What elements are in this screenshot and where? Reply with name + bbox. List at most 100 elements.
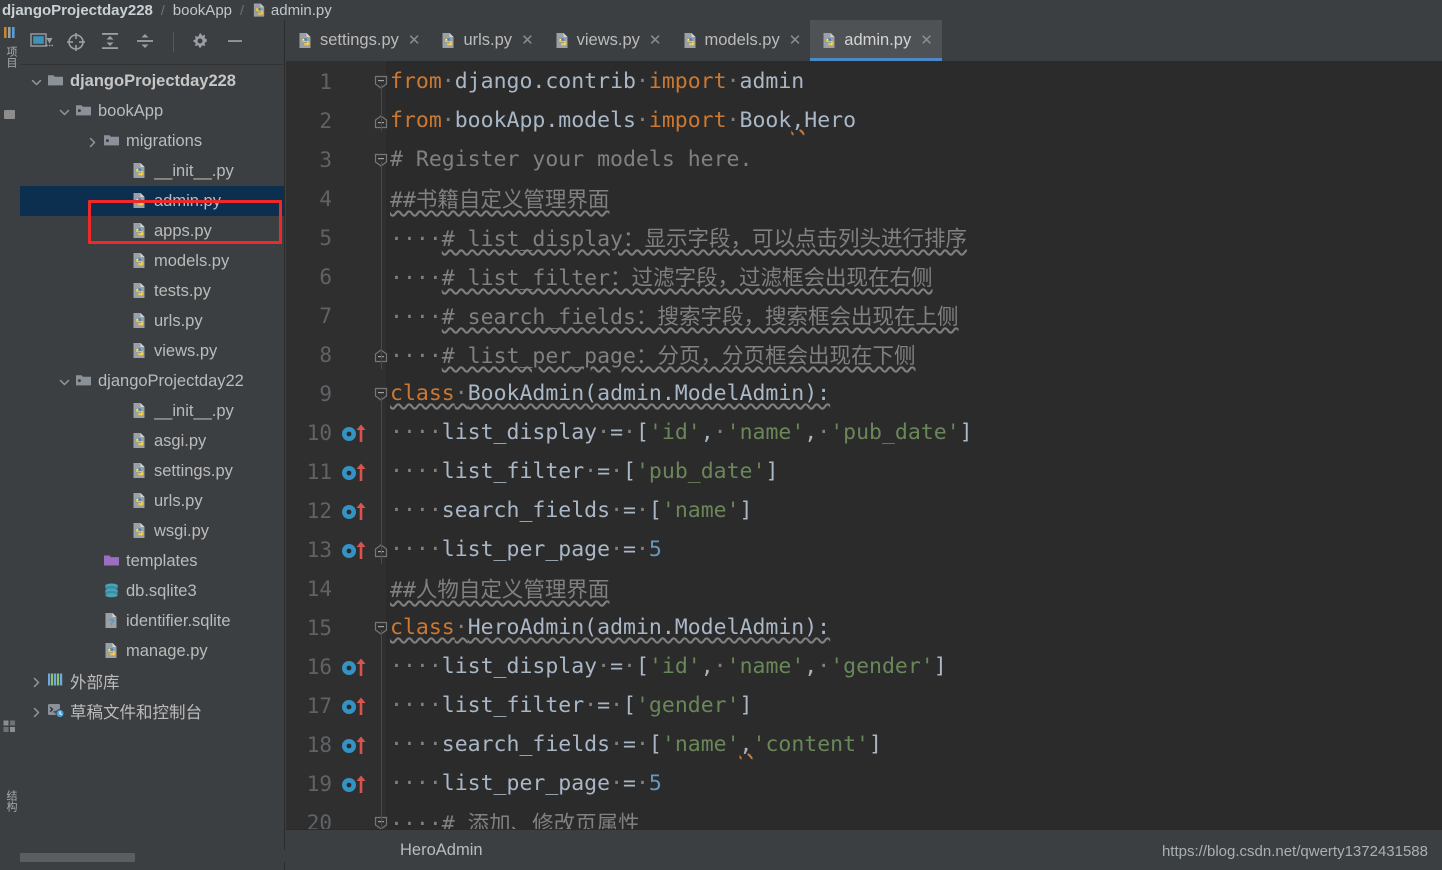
chevron-right-icon[interactable]: [30, 675, 43, 688]
project-hscrollbar-thumb[interactable]: [20, 853, 135, 862]
tree-item-migrations[interactable]: migrations: [20, 126, 284, 156]
chevron-down-icon[interactable]: [58, 105, 71, 118]
tree-item-urls-py[interactable]: urls.py: [20, 306, 284, 336]
project-tool-label[interactable]: 项目: [1, 46, 19, 68]
editor-tab-models-py[interactable]: models.py ✕: [671, 20, 811, 61]
tree-item-djangoprojectday228[interactable]: djangoProjectday228: [20, 66, 284, 96]
tree-item-init-py[interactable]: __init__.py: [20, 156, 284, 186]
close-icon[interactable]: ✕: [649, 33, 662, 48]
tree-item-label: 外部库: [70, 674, 120, 692]
overridden-member-icon[interactable]: [341, 774, 369, 794]
structure-tool-label[interactable]: 结构: [1, 790, 19, 812]
tree-item-label: wsgi.py: [154, 521, 210, 540]
python-file-icon: [131, 162, 148, 180]
code-line[interactable]: 19 ····list_per_page·=·5: [286, 764, 1442, 803]
toolbar-divider: [173, 32, 174, 52]
code-line[interactable]: 15 class·HeroAdmin(admin.ModelAdmin):: [286, 608, 1442, 647]
collapse-all-icon[interactable]: [135, 31, 157, 53]
tree-item-admin-py[interactable]: admin.py: [20, 186, 284, 216]
editor-tab-label: admin.py: [844, 31, 912, 49]
close-icon[interactable]: ✕: [408, 33, 421, 48]
close-icon[interactable]: ✕: [920, 33, 933, 48]
code-line[interactable]: 2 from·bookApp.models·import·Book,Hero: [286, 101, 1442, 140]
code-line[interactable]: 1 from·django.contrib·import·admin: [286, 62, 1442, 101]
overridden-member-icon[interactable]: [341, 540, 369, 560]
project-tree[interactable]: djangoProjectday228 bookApp migrations __in…: [20, 66, 284, 856]
tree-item-identifier-sqlite[interactable]: ? identifier.sqlite: [20, 606, 284, 636]
code-line[interactable]: 6 ····# list_filter：过滤字段，过滤框会出现在右侧: [286, 257, 1442, 296]
overridden-member-icon[interactable]: [341, 462, 369, 482]
tree-item-[interactable]: 外部库: [20, 666, 284, 696]
breadcrumb-segment-project[interactable]: djangoProjectday228: [2, 2, 153, 19]
code-line[interactable]: 9 class·BookAdmin(admin.ModelAdmin):: [286, 374, 1442, 413]
tree-item-djangoprojectday22[interactable]: djangoProjectday22: [20, 366, 284, 396]
chevron-down-icon[interactable]: [30, 75, 43, 88]
tree-item-label: __init__.py: [154, 161, 234, 180]
code-text: ····list_per_page·=·5: [390, 537, 662, 562]
chevron-right-icon[interactable]: [86, 135, 99, 148]
editor-tab-urls-py[interactable]: urls.py ✕: [429, 20, 542, 61]
tree-item-views-py[interactable]: views.py: [20, 336, 284, 366]
tree-item-label: djangoProjectday22: [98, 371, 244, 390]
code-editor[interactable]: 1 from·django.contrib·import·admin 2 from·b…: [286, 61, 1442, 870]
code-text: class·HeroAdmin(admin.ModelAdmin):: [390, 615, 831, 640]
overridden-member-icon[interactable]: [341, 657, 369, 677]
overridden-member-icon[interactable]: [341, 696, 369, 716]
code-line[interactable]: 16 ····list_display·=·['id',·'name',·'gen…: [286, 647, 1442, 686]
favorites-icon[interactable]: [3, 108, 16, 121]
tree-item-init-py[interactable]: __init__.py: [20, 396, 284, 426]
overridden-member-icon[interactable]: [341, 423, 369, 443]
hide-panel-icon[interactable]: [225, 31, 247, 53]
tree-item-apps-py[interactable]: apps.py: [20, 216, 284, 246]
chevron-down-icon[interactable]: [58, 375, 71, 388]
code-line[interactable]: 5 ····# list_display：显示字段，可以点击列头进行排序: [286, 218, 1442, 257]
tree-item-asgi-py[interactable]: asgi.py: [20, 426, 284, 456]
code-line[interactable]: 12 ····search_fields·=·['name']: [286, 491, 1442, 530]
svg-text:?: ?: [109, 618, 115, 628]
tree-item-tests-py[interactable]: tests.py: [20, 276, 284, 306]
editor-vscrollbar[interactable]: [1430, 102, 1442, 870]
expand-all-icon[interactable]: [100, 31, 122, 53]
select-opened-file-icon[interactable]: [30, 31, 54, 53]
status-breadcrumb-label[interactable]: HeroAdmin: [400, 841, 483, 860]
structure-glyph-icon: [3, 720, 16, 733]
editor-tab-admin-py[interactable]: admin.py ✕: [810, 20, 942, 61]
code-line[interactable]: 13 ····list_per_page·=·5: [286, 530, 1442, 569]
breadcrumb-segment-app[interactable]: bookApp: [173, 2, 232, 19]
code-line[interactable]: 3 # Register your models here.: [286, 140, 1442, 179]
editor-tab-label: settings.py: [320, 31, 399, 49]
tree-item-label: __init__.py: [154, 401, 234, 420]
tree-item-settings-py[interactable]: settings.py: [20, 456, 284, 486]
close-icon[interactable]: ✕: [789, 33, 802, 48]
editor-tab-settings-py[interactable]: settings.py ✕: [286, 20, 429, 61]
tree-item-[interactable]: 草稿文件和控制台: [20, 696, 284, 726]
breadcrumb-segment-file[interactable]: admin.py: [271, 2, 332, 19]
tree-item-models-py[interactable]: models.py: [20, 246, 284, 276]
tree-item-label: migrations: [126, 131, 203, 150]
code-line[interactable]: 18 ····search_fields·=·['name','content']: [286, 725, 1442, 764]
tree-item-manage-py[interactable]: manage.py: [20, 636, 284, 666]
tree-item-urls-py[interactable]: urls.py: [20, 486, 284, 516]
chevron-right-icon[interactable]: [30, 705, 43, 718]
overridden-member-icon[interactable]: [341, 501, 369, 521]
tree-item-templates[interactable]: templates: [20, 546, 284, 576]
code-line[interactable]: 4 ##书籍自定义管理界面: [286, 179, 1442, 218]
code-line[interactable]: 7 ····# search_fields：搜索字段，搜索框会出现在上侧: [286, 296, 1442, 335]
tree-item-bookapp[interactable]: bookApp: [20, 96, 284, 126]
code-line[interactable]: 10 ····list_display·=·['id',·'name',·'pub…: [286, 413, 1442, 452]
tree-item-wsgi-py[interactable]: wsgi.py: [20, 516, 284, 546]
code-line[interactable]: 17 ····list_filter·=·['gender']: [286, 686, 1442, 725]
project-tool-icon[interactable]: [3, 26, 16, 39]
overridden-member-icon[interactable]: [341, 735, 369, 755]
code-line[interactable]: 8 ····# list_per_page：分页，分页框会出现在下侧: [286, 335, 1442, 374]
code-line[interactable]: 11 ····list_filter·=·['pub_date']: [286, 452, 1442, 491]
gear-icon[interactable]: [190, 31, 212, 53]
tree-item-db-sqlite3[interactable]: db.sqlite3: [20, 576, 284, 606]
locate-icon[interactable]: [65, 31, 87, 53]
close-icon[interactable]: ✕: [521, 33, 534, 48]
editor-tab-views-py[interactable]: views.py ✕: [543, 20, 671, 61]
code-line[interactable]: 14 ##人物自定义管理界面: [286, 569, 1442, 608]
